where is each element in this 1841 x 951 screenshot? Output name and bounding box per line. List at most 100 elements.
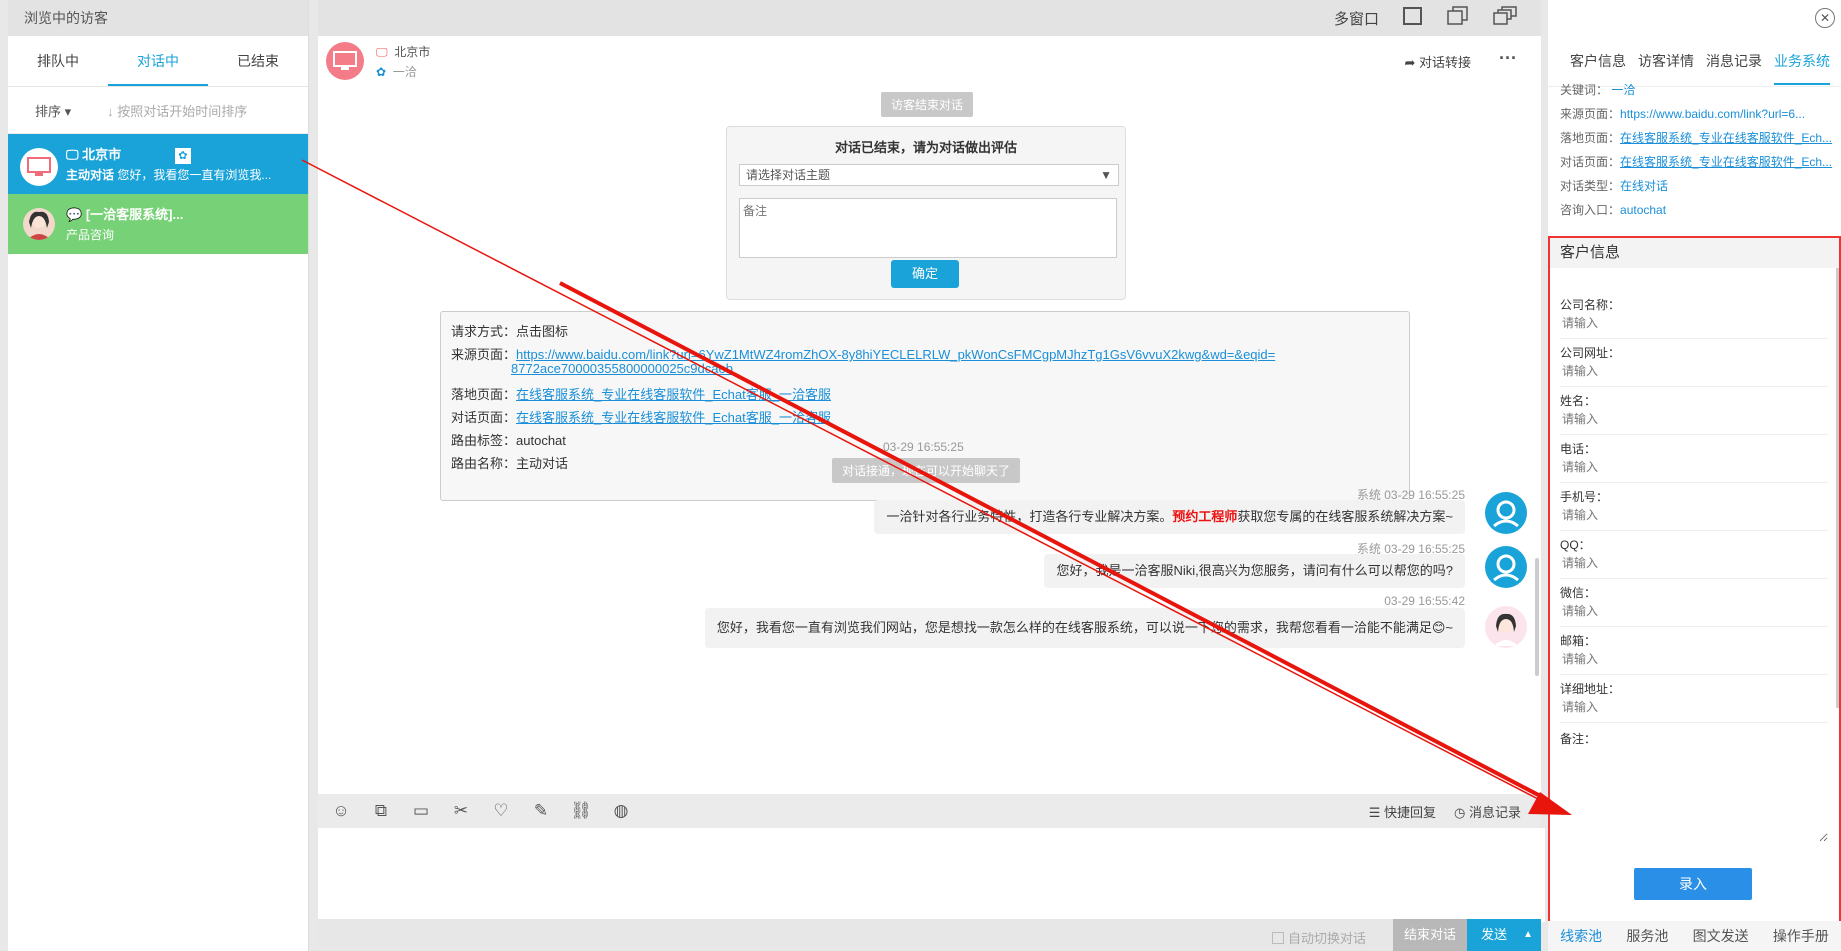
- tab-customer-info[interactable]: 客户信息: [1570, 51, 1626, 71]
- info-value: autochat: [516, 433, 566, 448]
- scrollbar[interactable]: [1535, 558, 1539, 676]
- caret-up-icon[interactable]: ▲: [1523, 919, 1533, 951]
- visitor-name: 🖵 北京市 ✿: [66, 144, 191, 164]
- customer-tabs: 客户信息 访客详情 消息记录 业务系统: [1548, 36, 1841, 87]
- wechat-field: 微信：: [1560, 578, 1828, 627]
- visitor-name-text: 北京市: [82, 147, 122, 162]
- tab-business-system[interactable]: 业务系统: [1774, 51, 1830, 85]
- multi-window-button[interactable]: 多窗口: [1334, 8, 1379, 29]
- visitor-avatar: [326, 42, 364, 80]
- close-icon[interactable]: ✕: [1815, 8, 1835, 28]
- sort-hint-text: 按照对话开始时间排序: [117, 103, 248, 119]
- note-input[interactable]: [1556, 748, 1828, 842]
- window-topbar: 多窗口: [318, 0, 1541, 36]
- heart-icon[interactable]: ♡: [490, 800, 512, 822]
- field-label: 微信：: [1560, 586, 1597, 600]
- screenshot-icon[interactable]: ⧉: [370, 800, 392, 822]
- message-list: 访客结束对话 对话已结束，请为对话做出评估 请选择对话主题 ▼ 确定 请求方式：…: [318, 86, 1541, 794]
- history-button[interactable]: ◷ 消息记录: [1454, 802, 1521, 821]
- system-pill: 访客结束对话: [881, 92, 974, 117]
- visitor-item[interactable]: 💬 [一洽客服系统]... 产品咨询: [8, 194, 308, 254]
- message-text: 一洽针对各行业务特性，打造各行专业解决方案。: [886, 509, 1173, 524]
- scissors-icon[interactable]: ✂: [450, 800, 472, 822]
- link-icon[interactable]: ⛓: [570, 800, 592, 822]
- send-button[interactable]: 发送 ▲: [1467, 919, 1541, 951]
- info-label: 对话类型：: [1560, 179, 1621, 193]
- transfer-button[interactable]: ➦ 对话转接: [1404, 52, 1471, 71]
- tab-ended[interactable]: 已结束: [208, 36, 308, 86]
- company-url-input[interactable]: [1560, 363, 1824, 379]
- info-value[interactable]: https://www.baidu.com/link?url=6...: [1620, 107, 1805, 121]
- phone-field: 电话：: [1560, 434, 1828, 483]
- source-page-link[interactable]: https://www.baidu.com/link?url=6YwZ1MtWZ…: [516, 347, 1275, 362]
- manual-link[interactable]: 操作手册: [1773, 926, 1829, 946]
- name-input[interactable]: [1560, 411, 1824, 427]
- more-icon[interactable]: ···: [1499, 48, 1517, 69]
- submit-button[interactable]: 录入: [1634, 868, 1752, 900]
- info-value[interactable]: 在线客服系统_专业在线客服软件_Ech...: [1620, 131, 1832, 145]
- tab-active-chats[interactable]: 对话中: [108, 36, 208, 86]
- field-label: 公司网址：: [1560, 346, 1621, 360]
- message-bubble: 一洽针对各行业务特性，打造各行专业解决方案。预约工程师获取您专属的在线客服系统解…: [874, 500, 1465, 534]
- globe-icon[interactable]: ◍: [610, 800, 632, 822]
- restore-icon[interactable]: [1447, 6, 1469, 30]
- visitor-name-text: [一洽客服系统]...: [85, 207, 184, 222]
- tab-queue[interactable]: 排队中: [8, 36, 108, 86]
- sort-dropdown[interactable]: 排序 ▾: [35, 101, 71, 120]
- auto-switch-checkbox[interactable]: 自动切换对话: [1272, 928, 1366, 947]
- baidu-icon: ✿: [376, 65, 387, 79]
- info-row: 对话页面：在线客服系统_专业在线客服软件_Ech...: [1560, 153, 1832, 170]
- message-input[interactable]: [318, 828, 1545, 922]
- end-chat-button[interactable]: 结束对话: [1393, 919, 1467, 951]
- source-page-link-cont[interactable]: 8772ace70000355800000025c9dcaeb: [511, 361, 733, 376]
- quick-reply-button[interactable]: ☰ 快捷回复: [1369, 802, 1436, 821]
- name-field: 姓名：: [1560, 386, 1828, 435]
- service-pool-link[interactable]: 服务池: [1626, 926, 1668, 946]
- email-input[interactable]: [1560, 651, 1824, 667]
- rich-send-link[interactable]: 图文发送: [1693, 926, 1749, 946]
- emoji-icon[interactable]: ☺: [330, 800, 352, 822]
- sort-label: 排序: [35, 103, 62, 119]
- cascade-icon[interactable]: [1493, 6, 1517, 30]
- note-textarea[interactable]: [739, 198, 1117, 258]
- landing-page-link[interactable]: 在线客服系统_专业在线客服软件_Echat客服_一洽客服: [516, 387, 831, 402]
- visitor-name: 💬 [一洽客服系统]...: [66, 204, 183, 223]
- chat-page-link[interactable]: 在线客服系统_专业在线客服软件_Echat客服_一洽客服: [516, 410, 831, 425]
- chat-header: 🖵 北京市 ✿ 一洽 ➦ 对话转接 ···: [318, 36, 1541, 87]
- visitor-avatar: [20, 148, 58, 186]
- scrollbar[interactable]: [1836, 268, 1839, 708]
- topic-select-value: 请选择对话主题: [746, 168, 831, 182]
- info-row: 对话类型：在线对话: [1560, 177, 1668, 194]
- info-row: 路由标签：autochat: [451, 430, 566, 449]
- book-engineer-link[interactable]: 预约工程师: [1172, 509, 1237, 524]
- folder-icon[interactable]: ▭: [410, 800, 432, 822]
- info-label: 路由名称：: [451, 456, 517, 471]
- tab-visitor-details[interactable]: 访客详情: [1638, 51, 1694, 71]
- field-label: 详细地址：: [1560, 682, 1621, 696]
- wechat-icon: 💬: [66, 207, 83, 222]
- visitor-panel-title: 浏览中的访客: [8, 0, 308, 36]
- visitor-preview: 产品咨询: [66, 228, 115, 242]
- wechat-input[interactable]: [1560, 603, 1824, 619]
- info-value: 在线对话: [1620, 179, 1669, 193]
- info-value: 主动对话: [516, 456, 569, 471]
- field-label: QQ：: [1560, 538, 1591, 552]
- phone-input[interactable]: [1560, 459, 1824, 475]
- visitor-item[interactable]: 🖵 北京市 ✿ 主动对话 您好，我看您一直有浏览我...: [8, 134, 308, 194]
- mobile-input[interactable]: [1560, 507, 1824, 523]
- topic-select[interactable]: 请选择对话主题 ▼: [739, 164, 1119, 186]
- checkbox-icon: [1272, 932, 1285, 944]
- clue-pool-link[interactable]: 线索池: [1560, 926, 1602, 946]
- address-input[interactable]: [1560, 699, 1824, 715]
- info-value[interactable]: 在线客服系统_专业在线客服软件_Ech...: [1620, 155, 1832, 169]
- info-row: 咨询入口：autochat: [1560, 201, 1666, 218]
- chat-location-text: 北京市: [394, 45, 431, 59]
- edit-icon[interactable]: ✎: [530, 800, 552, 822]
- maximize-icon[interactable]: [1403, 7, 1423, 29]
- qq-input[interactable]: [1560, 555, 1824, 571]
- company-name-input[interactable]: [1560, 315, 1824, 331]
- tab-message-history[interactable]: 消息记录: [1706, 51, 1762, 71]
- arrow-down-icon: ↓: [107, 103, 114, 119]
- message-time: 03-29 16:55:42: [1384, 594, 1465, 608]
- confirm-button[interactable]: 确定: [891, 260, 959, 288]
